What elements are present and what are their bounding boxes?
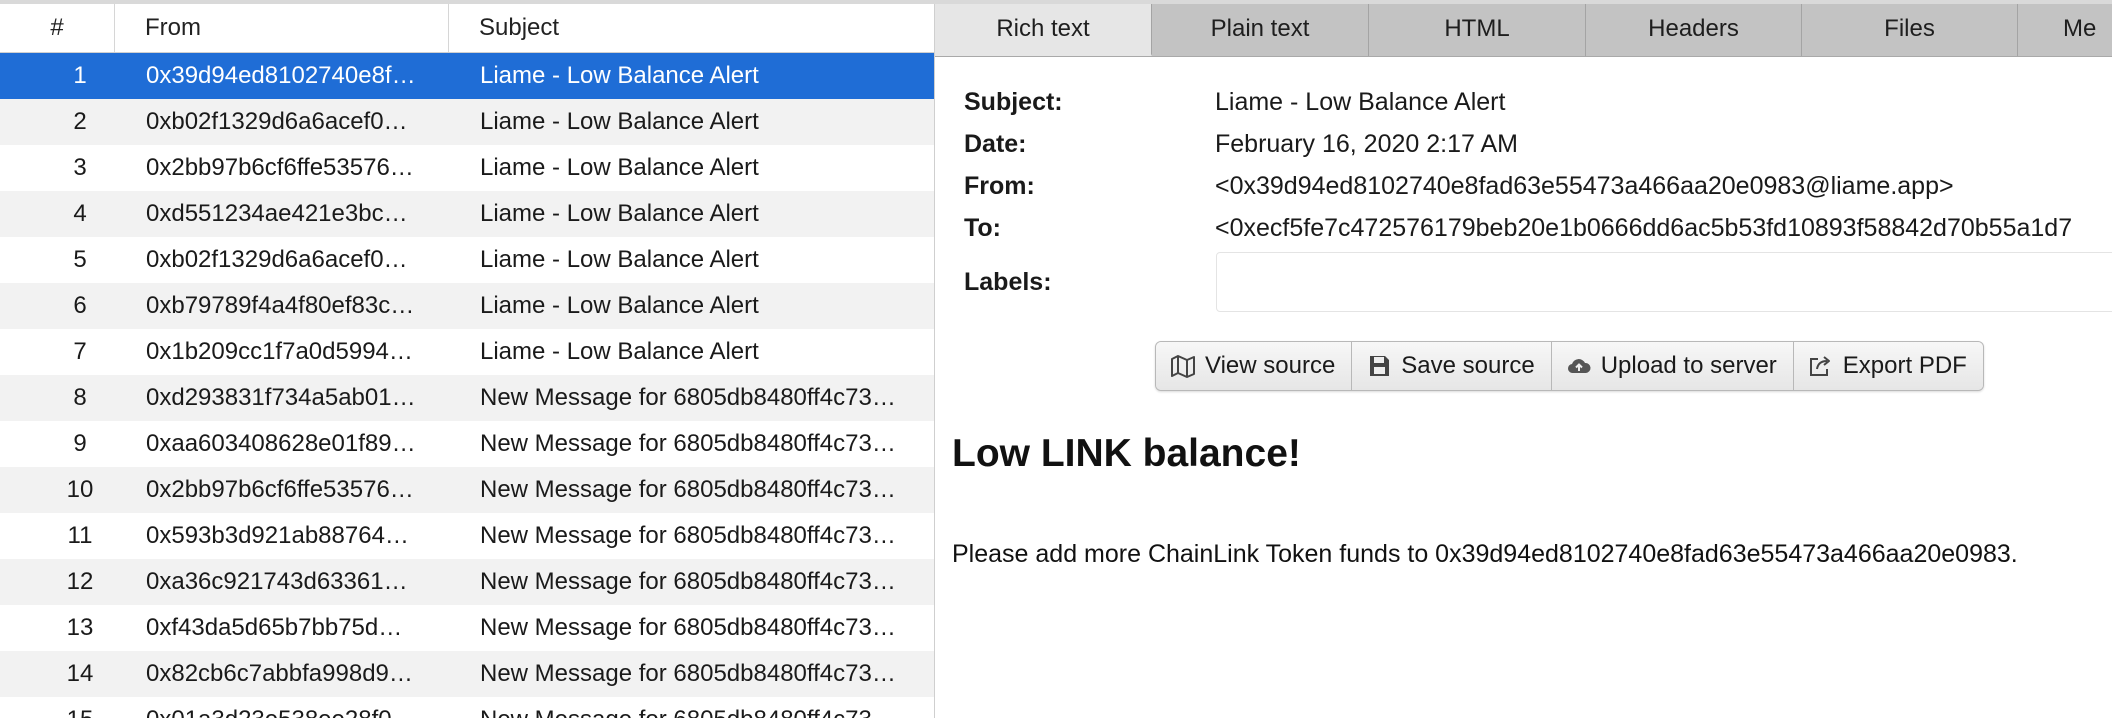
row-number-cell: 13 — [66, 614, 94, 641]
table-row[interactable]: 5 0xb02f1329d6a6acef0… Liame - Low Balance… — [0, 237, 934, 283]
view-tabs: Rich text Plain text HTML Headers Files … — [935, 4, 2112, 57]
row-subject-cell: New Message for 6805db8480ff4c73… — [480, 430, 896, 457]
row-number-cell: 6 — [73, 292, 87, 319]
map-icon — [1171, 355, 1195, 378]
table-row[interactable]: 11 0x593b3d921ab88764… New Message for 680… — [0, 513, 934, 559]
tab-files[interactable]: Files — [1802, 4, 2018, 56]
row-number-cell: 9 — [73, 430, 87, 457]
table-row[interactable]: 8 0xd293831f734a5ab01… New Message for 680… — [0, 375, 934, 421]
row-number-cell: 4 — [73, 200, 87, 227]
row-number-cell: 5 — [73, 246, 87, 273]
row-from-cell: 0x01a3d23e538ee28f0… — [146, 697, 418, 718]
labels-label: Labels: — [964, 268, 1052, 296]
upload-to-server-label: Upload to server — [1600, 352, 1777, 379]
row-subject-cell: New Message for 6805db8480ff4c73… — [480, 522, 896, 549]
row-number-cell: 10 — [66, 476, 94, 503]
row-number-cell: 11 — [67, 522, 93, 549]
row-subject-cell: New Message for 6805db8480ff4c73… — [480, 384, 896, 411]
table-row[interactable]: 7 0x1b209cc1f7a0d5994… Liame - Low Balance… — [0, 329, 934, 375]
row-from-cell: 0xf43da5d65b7bb75d… — [146, 614, 403, 641]
table-row[interactable]: 13 0xf43da5d65b7bb75d… New Message for 680… — [0, 605, 934, 651]
from-value[interactable]: <0x39d94ed8102740e8fad63e55473a466aa20e0… — [1215, 172, 1954, 201]
row-from-cell: 0x82cb6c7abbfa998d9… — [146, 660, 413, 687]
row-from-cell: 0xd293831f734a5ab01… — [146, 384, 416, 411]
table-row[interactable]: 3 0x2bb97b6cf6ffe53576… Liame - Low Balanc… — [0, 145, 934, 191]
row-number-cell: 2 — [73, 108, 87, 135]
subject-label: Subject: — [964, 88, 1063, 116]
source-actions-toolbar: View source Save source Upload to server… — [1155, 341, 1984, 391]
column-header-from[interactable]: From — [115, 4, 449, 52]
cloud-upload-icon — [1567, 359, 1591, 374]
row-subject-cell: Liame - Low Balance Alert — [480, 246, 759, 273]
labels-input[interactable] — [1216, 252, 2112, 312]
message-heading: Low LINK balance! — [952, 432, 1301, 475]
table-row[interactable]: 1 0x39d94ed8102740e8f… Liame - Low Balance… — [0, 53, 934, 99]
row-from-cell: 0x593b3d921ab88764… — [146, 522, 409, 549]
export-pdf-button[interactable]: Export PDF — [1793, 342, 1983, 390]
row-from-cell: 0xd551234ae421e3bc… — [146, 200, 408, 227]
message-view-pane: Rich text Plain text HTML Headers Files … — [935, 4, 2112, 718]
row-from-cell: 0x2bb97b6cf6ffe53576… — [146, 476, 414, 503]
row-subject-cell: Liame - Low Balance Alert — [480, 200, 759, 227]
table-row[interactable]: 9 0xaa603408628e01f89… New Message for 680… — [0, 421, 934, 467]
from-label: From: — [964, 172, 1035, 200]
row-from-cell: 0xb02f1329d6a6acef0… — [146, 246, 408, 273]
table-row[interactable]: 12 0xa36c921743d63361… New Message for 680… — [0, 559, 934, 605]
tab-html[interactable]: HTML — [1369, 4, 1586, 56]
view-source-label: View source — [1205, 352, 1336, 379]
row-from-cell: 0x2bb97b6cf6ffe53576… — [146, 154, 414, 181]
row-from-cell: 0xaa603408628e01f89… — [146, 430, 416, 457]
tab-rich-text[interactable]: Rich text — [935, 4, 1152, 56]
row-number-cell: 12 — [66, 568, 94, 595]
row-number-cell: 1 — [73, 62, 87, 89]
row-subject-cell: New Message for 6805db8480ff4c73… — [480, 660, 896, 687]
table-row[interactable]: 2 0xb02f1329d6a6acef0… Liame - Low Balance… — [0, 99, 934, 145]
tab-meta[interactable]: Me — [2018, 4, 2112, 56]
message-list-rows: 1 0x39d94ed8102740e8f… Liame - Low Balance… — [0, 53, 934, 718]
row-subject-cell: Liame - Low Balance Alert — [480, 108, 759, 135]
row-from-cell: 0xa36c921743d63361… — [146, 568, 408, 595]
save-source-label: Save source — [1401, 352, 1535, 379]
row-number-cell: 15 — [0, 697, 160, 718]
message-body-text: Please add more ChainLink Token funds to… — [952, 540, 2018, 568]
table-row[interactable]: 10 0x2bb97b6cf6ffe53576… New Message for 6… — [0, 467, 934, 513]
date-value: February 16, 2020 2:17 AM — [1215, 130, 1518, 158]
row-subject-cell: New Message for 6805db8480ff4c73… — [480, 476, 896, 503]
row-subject-cell: Liame - Low Balance Alert — [480, 154, 759, 181]
message-list-header: # From Subject — [0, 4, 934, 53]
row-subject-cell: New Message for 6805db8480ff4c73… — [480, 568, 896, 595]
upload-to-server-button[interactable]: Upload to server — [1551, 342, 1794, 390]
to-label: To: — [964, 214, 1002, 242]
tab-headers[interactable]: Headers — [1586, 4, 1802, 56]
row-subject-cell: Liame - Low Balance Alert — [480, 62, 759, 89]
table-row[interactable]: 6 0xb79789f4a4f80ef83c… Liame - Low Balanc… — [0, 283, 934, 329]
view-source-button[interactable]: View source — [1156, 342, 1353, 390]
row-subject-cell: New Message for 6805db8480ff4c73… — [480, 697, 900, 718]
row-number-cell: 7 — [73, 338, 87, 365]
to-value[interactable]: <0xecf5fe7c472576179beb20e1b0666dd6ac5b5… — [1215, 214, 2072, 243]
table-row[interactable]: 4 0xd551234ae421e3bc… Liame - Low Balance … — [0, 191, 934, 237]
date-label: Date: — [964, 130, 1027, 158]
row-number-cell: 3 — [73, 154, 87, 181]
row-from-cell: 0xb79789f4a4f80ef83c… — [146, 292, 415, 319]
row-number-cell: 14 — [66, 660, 94, 687]
subject-value: Liame - Low Balance Alert — [1215, 88, 1506, 116]
row-from-cell: 0x39d94ed8102740e8f… — [146, 62, 416, 89]
save-source-button[interactable]: Save source — [1352, 342, 1552, 390]
tab-plain-text[interactable]: Plain text — [1152, 4, 1369, 56]
message-list-pane: # From Subject 1 0x39d94ed8102740e8f… Liam… — [0, 4, 935, 718]
row-from-cell: 0x1b209cc1f7a0d5994… — [146, 338, 413, 365]
row-subject-cell: Liame - Low Balance Alert — [480, 292, 759, 319]
row-subject-cell: New Message for 6805db8480ff4c73… — [480, 614, 896, 641]
column-header-number[interactable]: # — [0, 4, 115, 52]
row-number-cell: 8 — [73, 384, 87, 411]
row-from-cell: 0xb02f1329d6a6acef0… — [146, 108, 408, 135]
row-subject-cell: Liame - Low Balance Alert — [480, 338, 759, 365]
export-pdf-label: Export PDF — [1842, 352, 1967, 379]
floppy-disk-icon — [1370, 356, 1390, 376]
table-row[interactable]: 14 0x82cb6c7abbfa998d9… New Message for 68… — [0, 651, 934, 697]
table-row[interactable]: 150x01a3d23e538ee28f0… New Message for 68… — [0, 697, 934, 718]
share-export-icon — [1809, 356, 1830, 376]
column-header-subject[interactable]: Subject — [449, 4, 934, 52]
